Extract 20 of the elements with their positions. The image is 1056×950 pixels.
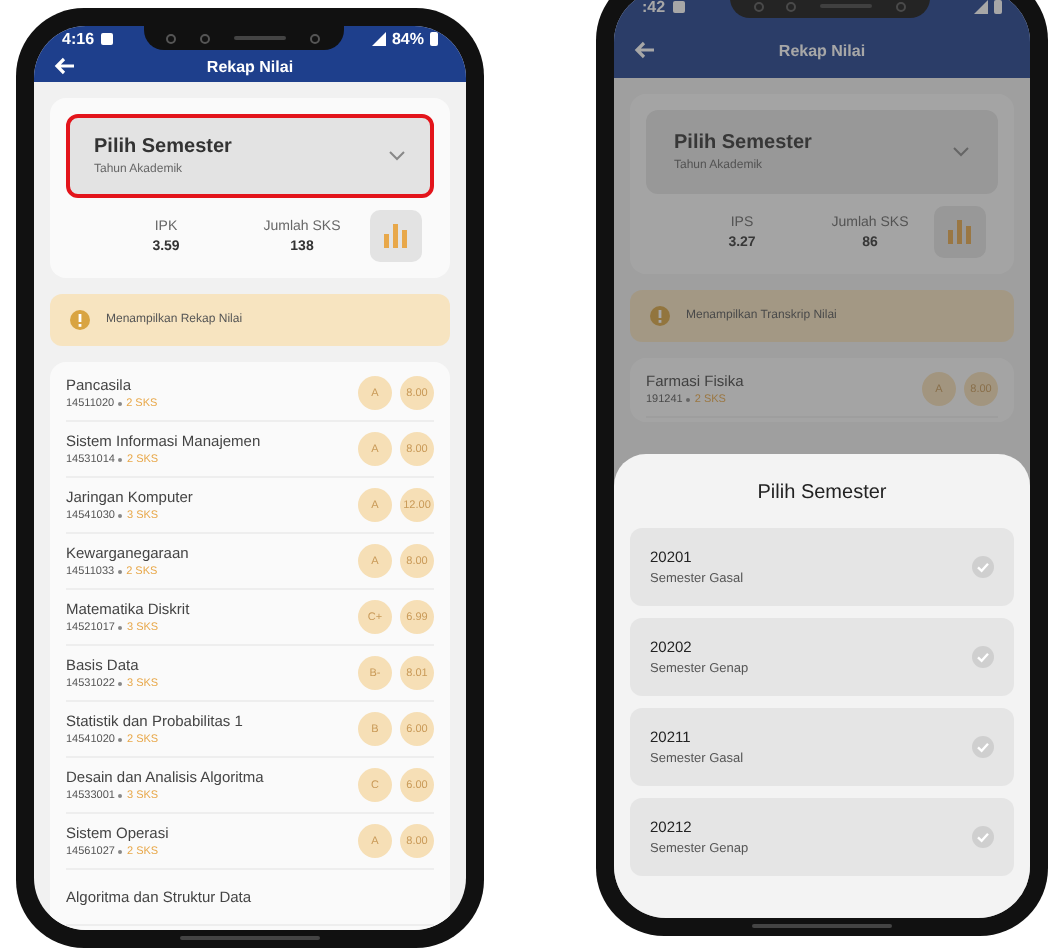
back-arrow-icon[interactable] <box>54 56 76 76</box>
chevron-down-icon <box>952 146 970 158</box>
battery-level: 84% <box>391 29 424 47</box>
sheet-title: Pilih Semester <box>755 480 889 508</box>
dropdown-title: Pilih Semester <box>94 136 232 158</box>
info-icon <box>70 310 90 330</box>
chevron-down-icon <box>388 150 406 162</box>
status-time: :42 <box>642 0 666 15</box>
status-time: 4:16 <box>62 29 95 47</box>
bar-chart-icon <box>948 220 972 244</box>
battery-icon <box>430 31 438 45</box>
screen-title: Rekap Nilai <box>778 41 866 59</box>
info-icon <box>650 306 670 326</box>
bar-chart-icon <box>384 224 408 248</box>
battery-icon <box>994 0 1002 13</box>
back-arrow-icon[interactable] <box>634 40 656 60</box>
screen-title: Rekap Nilai <box>206 57 294 75</box>
signal-icon <box>371 31 386 45</box>
signal-icon <box>974 0 988 13</box>
dropdown-title: Pilih Semester <box>674 132 812 154</box>
